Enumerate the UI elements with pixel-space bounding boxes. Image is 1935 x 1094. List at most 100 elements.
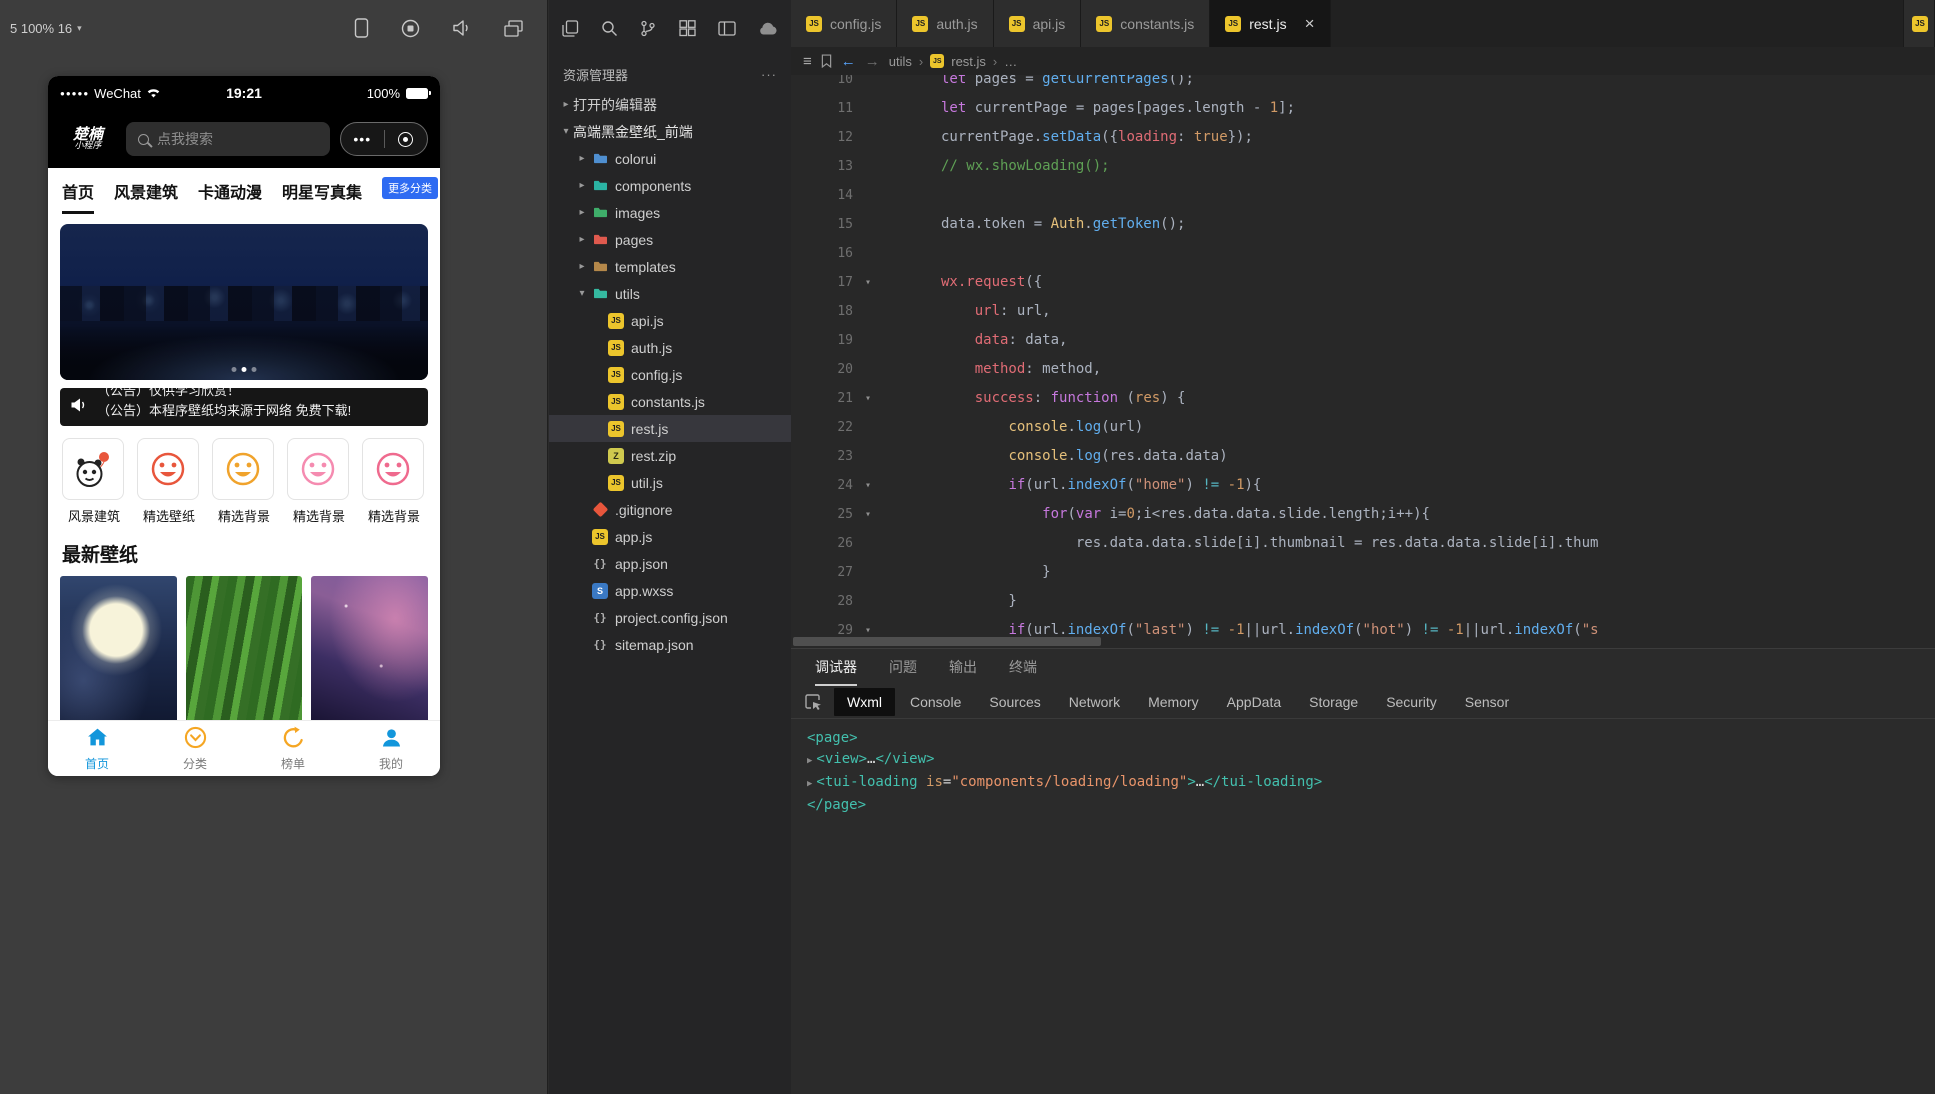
- fold-toggle-icon[interactable]: ▾: [853, 384, 883, 413]
- mute-icon[interactable]: [452, 19, 472, 37]
- folder-colorui[interactable]: ▸ colorui: [549, 145, 791, 172]
- notice-bar[interactable]: （公告）仅供学习欣赏！ （公告）本程序壁纸均来源于网络 免费下载!: [60, 388, 428, 426]
- file-app.json[interactable]: {} app.json: [549, 550, 791, 577]
- category-item-精选壁纸[interactable]: 精选壁纸: [137, 438, 201, 525]
- wallpaper-thumb-aurora[interactable]: [311, 576, 429, 726]
- editor-tab-auth.js[interactable]: JS auth.js: [897, 0, 994, 47]
- files-icon[interactable]: [562, 19, 579, 37]
- project-root[interactable]: ▾ 高端黑金壁纸_前端: [549, 118, 791, 145]
- close-icon[interactable]: ×: [1305, 15, 1315, 32]
- debugger-tab-终端[interactable]: 终端: [1009, 649, 1037, 686]
- back-arrow-icon[interactable]: ←: [841, 53, 856, 70]
- file-rest.zip[interactable]: Zrest.zip: [549, 442, 791, 469]
- inspector-tab-Storage[interactable]: Storage: [1296, 688, 1371, 716]
- category-item-精选背景[interactable]: 精选背景: [287, 438, 351, 525]
- device-icon[interactable]: [354, 18, 369, 38]
- category-item-精选背景[interactable]: 精选背景: [212, 438, 276, 525]
- folder-pages[interactable]: ▸ pages: [549, 226, 791, 253]
- more-menu-icon[interactable]: •••: [341, 132, 384, 146]
- inspect-element-icon[interactable]: [801, 693, 832, 711]
- search-icon[interactable]: [601, 20, 618, 37]
- editor-tab-constants.js[interactable]: JS constants.js: [1081, 0, 1211, 47]
- nav-tab-卡通动漫[interactable]: 卡通动漫: [198, 168, 262, 214]
- tabbar-item-榜单[interactable]: 榜单: [244, 721, 342, 776]
- list-icon[interactable]: ≡: [803, 53, 812, 70]
- file-sitemap.json[interactable]: {} sitemap.json: [549, 631, 791, 658]
- cloud-icon[interactable]: [758, 21, 778, 36]
- file-app.wxss[interactable]: Sapp.wxss: [549, 577, 791, 604]
- wxml-node[interactable]: </page>: [807, 795, 1919, 816]
- fold-toggle-icon[interactable]: ▾: [853, 500, 883, 529]
- breadcrumb-item[interactable]: …: [1004, 54, 1017, 69]
- line-number: 24: [837, 478, 853, 493]
- file-api.js[interactable]: JS api.js: [549, 307, 791, 334]
- tabbar-item-我的[interactable]: 我的: [342, 721, 440, 776]
- inspector-tab-Security[interactable]: Security: [1373, 688, 1450, 716]
- wxml-node[interactable]: ▶ <tui-loading is="components/loading/loa…: [807, 772, 1919, 795]
- line-number: 13: [837, 159, 853, 174]
- file-label: templates: [615, 258, 676, 275]
- nav-tab-首页[interactable]: 首页: [62, 168, 95, 214]
- debugger-tab-输出[interactable]: 输出: [949, 649, 977, 686]
- editor-tab-partial[interactable]: JS: [1903, 0, 1935, 47]
- search-bar[interactable]: [126, 122, 330, 156]
- inspector-tab-Wxml[interactable]: Wxml: [834, 688, 895, 716]
- wallpaper-thumb-grass[interactable]: [185, 576, 303, 726]
- expand-arrow-icon[interactable]: ▶: [807, 779, 812, 789]
- inspector-tab-Sensor[interactable]: Sensor: [1452, 688, 1522, 716]
- breadcrumb-item[interactable]: rest.js: [951, 54, 986, 69]
- file-rest.js[interactable]: JS rest.js: [549, 415, 791, 442]
- tabbar-item-分类[interactable]: 分类: [146, 721, 244, 776]
- file-.gitignore[interactable]: .gitignore: [549, 496, 791, 523]
- zoom-selector[interactable]: 5 100% 16 ▾: [10, 21, 82, 36]
- folder-images[interactable]: ▸ images: [549, 199, 791, 226]
- debugger-tab-调试器[interactable]: 调试器: [815, 649, 857, 686]
- more-categories-badge[interactable]: 更多分类: [382, 177, 439, 199]
- wallpaper-thumb-moon[interactable]: [60, 576, 177, 726]
- category-item-精选背景[interactable]: 精选背景: [362, 438, 426, 525]
- category-item-风景建筑[interactable]: 风景建筑: [62, 438, 126, 525]
- extensions-icon[interactable]: [678, 19, 696, 37]
- exit-target-icon[interactable]: [385, 131, 428, 147]
- file-constants.js[interactable]: JS constants.js: [549, 388, 791, 415]
- banner-carousel[interactable]: [60, 224, 428, 380]
- forward-arrow-icon[interactable]: →: [865, 53, 880, 70]
- nav-tab-明星写真集[interactable]: 明星写真集: [282, 168, 362, 214]
- file-util.js[interactable]: JS util.js: [549, 469, 791, 496]
- search-input[interactable]: [157, 131, 318, 147]
- git-branch-icon[interactable]: [640, 20, 656, 37]
- inspector-tab-AppData[interactable]: AppData: [1214, 688, 1294, 716]
- debugger-tab-问题[interactable]: 问题: [889, 649, 917, 686]
- line-number: 15: [837, 217, 853, 232]
- inspector-tab-Console[interactable]: Console: [897, 688, 974, 716]
- section-open-editors[interactable]: ▸ 打开的编辑器: [549, 91, 791, 118]
- layout-icon[interactable]: [718, 20, 736, 36]
- folder-templates[interactable]: ▸ templates: [549, 253, 791, 280]
- file-auth.js[interactable]: JS auth.js: [549, 334, 791, 361]
- horizontal-scrollbar[interactable]: [793, 637, 1101, 646]
- windows-icon[interactable]: [504, 19, 523, 37]
- editor-tab-rest.js[interactable]: JS rest.js ×: [1210, 0, 1331, 47]
- file-app.js[interactable]: JS app.js: [549, 523, 791, 550]
- inspector-tab-Memory[interactable]: Memory: [1135, 688, 1212, 716]
- folder-utils[interactable]: ▾ utils: [549, 280, 791, 307]
- bookmark-icon[interactable]: [821, 54, 832, 68]
- inspector-tab-Network[interactable]: Network: [1056, 688, 1133, 716]
- editor-tab-api.js[interactable]: JS api.js: [993, 0, 1082, 47]
- fold-toggle-icon[interactable]: ▾: [853, 268, 883, 297]
- file-config.js[interactable]: JS config.js: [549, 361, 791, 388]
- nav-tab-风景建筑[interactable]: 风景建筑: [114, 168, 178, 214]
- tabbar-item-首页[interactable]: 首页: [48, 721, 146, 776]
- expand-arrow-icon[interactable]: ▶: [807, 756, 812, 766]
- wxml-node[interactable]: <page>: [807, 728, 1919, 749]
- breadcrumb-item[interactable]: utils: [889, 54, 912, 69]
- record-icon[interactable]: [401, 19, 420, 38]
- file-project.config.json[interactable]: {} project.config.json: [549, 604, 791, 631]
- wxml-node[interactable]: ▶ <view>…</view>: [807, 749, 1919, 772]
- fold-toggle-icon[interactable]: ▾: [853, 471, 883, 500]
- code-editor[interactable]: 10 let pages = getCurrentPages(); 11 let cu…: [791, 75, 1935, 648]
- more-actions-icon[interactable]: ···: [761, 67, 777, 82]
- inspector-tab-Sources[interactable]: Sources: [976, 688, 1053, 716]
- folder-components[interactable]: ▸ components: [549, 172, 791, 199]
- editor-tab-config.js[interactable]: JS config.js: [791, 0, 898, 47]
